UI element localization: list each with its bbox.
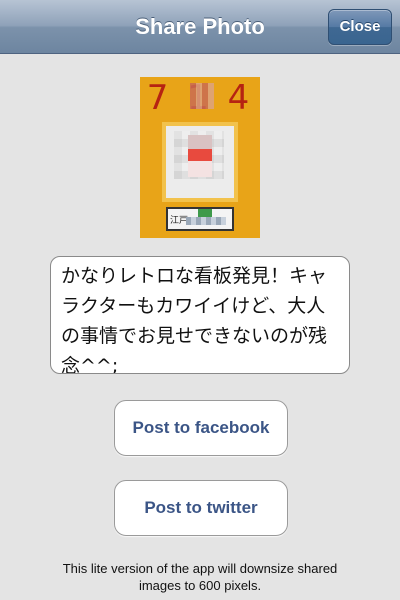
close-button[interactable]: Close [328, 9, 392, 45]
photo-plate-bars [186, 217, 226, 225]
lite-version-note: This lite version of the app will downsi… [62, 561, 338, 593]
post-to-facebook-button[interactable]: Post to facebook [114, 400, 288, 456]
photo-plate: 江戸 [166, 207, 234, 231]
photo-thumbnail: 7 1 4 江戸 [140, 77, 260, 238]
photo-mosaic-character [188, 135, 212, 177]
navigation-bar: Share Photo Close [0, 0, 400, 54]
photo-plate-mosaic [198, 209, 212, 217]
message-text: かなりレトロな看板発見！キャラクターもカワイイけど、大人の事情でお見せできないの… [61, 265, 328, 374]
photo-mosaic-top [190, 83, 214, 109]
message-textarea[interactable]: かなりレトロな看板発見！キャラクターもカワイイけど、大人の事情でお見せできないの… [50, 256, 350, 374]
post-to-twitter-button[interactable]: Post to twitter [114, 480, 288, 536]
